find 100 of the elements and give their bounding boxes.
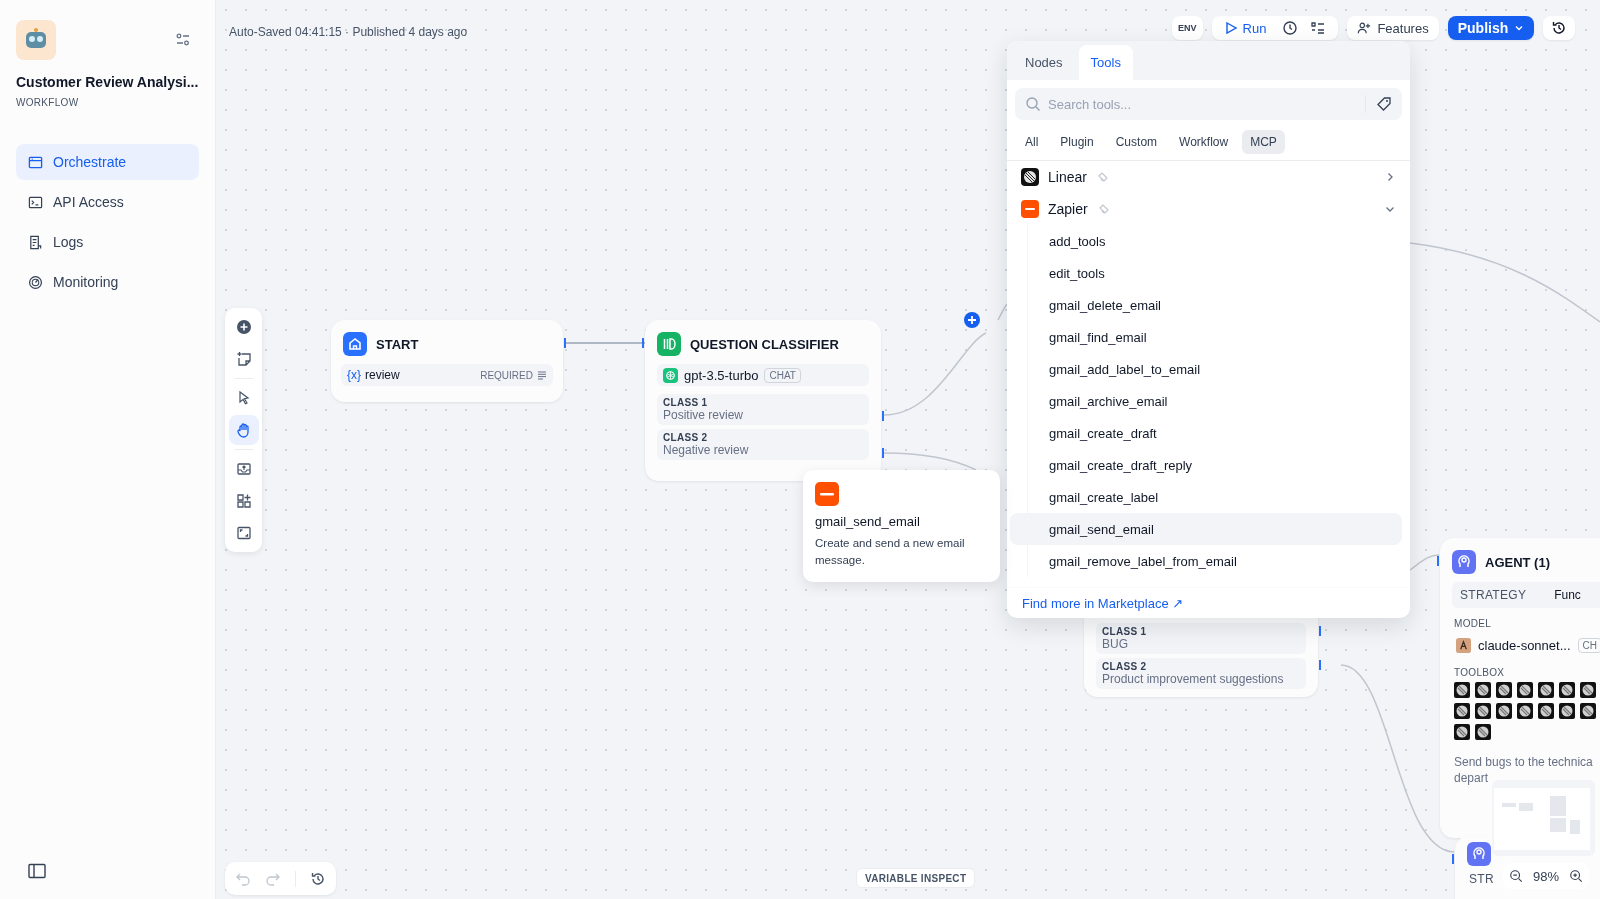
terminal-icon	[28, 194, 43, 210]
connection-handle[interactable]	[882, 411, 884, 421]
filter-tab[interactable]: Plugin	[1052, 130, 1102, 154]
model-name: claude-sonnet...	[1478, 637, 1571, 653]
tooltip-title: gmail_send_email	[815, 514, 921, 529]
nav-item[interactable]: Orchestrate	[16, 144, 199, 180]
history-button[interactable]	[1543, 16, 1576, 40]
connector-line	[1409, 554, 1440, 571]
clock-icon[interactable]	[1282, 20, 1299, 36]
class-label: CLASS 1	[663, 397, 709, 408]
connection-handle[interactable]	[642, 338, 644, 348]
tool-logo-icon	[1496, 682, 1512, 698]
model-mode-tag: CH	[1577, 637, 1600, 653]
connection-handle[interactable]	[1437, 556, 1439, 566]
class-text: Product improvement suggestions	[1102, 672, 1285, 686]
filter-tab[interactable]: Workflow	[1171, 130, 1237, 154]
zoom-out-icon[interactable]	[1509, 869, 1523, 883]
tool-item[interactable]: gmail_create_draft	[1010, 417, 1402, 449]
strategy-label: STR	[1468, 872, 1494, 886]
settings-icon[interactable]	[175, 32, 191, 48]
connection-handle[interactable]	[1452, 854, 1454, 864]
tool-item[interactable]: gmail_create_label	[1010, 481, 1402, 513]
sidebar-toggle-icon[interactable]	[28, 863, 46, 879]
class-text: BUG	[1102, 637, 1129, 651]
filter-tab[interactable]: Custom	[1107, 130, 1166, 154]
tool-logo-icon	[1475, 682, 1491, 698]
connection-handle[interactable]	[1319, 626, 1321, 636]
nav-item[interactable]: Monitoring	[16, 264, 199, 300]
blocks-icon	[235, 493, 252, 509]
features-button[interactable]: Features	[1347, 16, 1439, 40]
tool-item[interactable]: add_tools	[1010, 225, 1402, 257]
classifier-node[interactable]: QUESTION CLASSIFIER gpt-3.5-turbo CHAT CLASS 1 Positive review CLASS 2 Negative review	[645, 320, 881, 481]
model-name: gpt-3.5-turbo	[684, 367, 759, 383]
variable-name: review	[365, 368, 400, 382]
class-label: CLASS 2	[663, 432, 709, 443]
tool-item[interactable]: gmail_find_email	[1010, 321, 1402, 353]
users-icon	[1357, 21, 1372, 35]
save-status: Auto-Saved 04:41:15 · Published 4 days ago	[229, 25, 468, 39]
hand-icon	[235, 422, 252, 438]
tool-logo-icon	[1517, 682, 1533, 698]
connection-handle[interactable]	[564, 338, 566, 348]
connection-handle[interactable]	[1319, 660, 1321, 670]
filter-tab[interactable]: MCP	[1242, 130, 1285, 154]
tool-item[interactable]: gmail_send_email	[1010, 513, 1402, 545]
tool-logo-icon	[1580, 682, 1596, 698]
tool-logo-icon	[1538, 703, 1554, 719]
tool-logo-icon	[1517, 703, 1533, 719]
zoom-in-icon[interactable]	[1569, 869, 1584, 883]
class-label: CLASS 1	[1102, 626, 1148, 637]
filter-tab[interactable]: All	[1017, 130, 1047, 154]
environment-button[interactable]: ENV	[1172, 16, 1203, 40]
home-icon	[343, 332, 367, 356]
tool-logo-icon	[1559, 703, 1575, 719]
section-label: TOOLBOX	[1454, 667, 1506, 678]
tool-logo-icon	[1538, 682, 1554, 698]
provider-row[interactable]: Linear	[1007, 161, 1410, 193]
tool-button[interactable]	[228, 415, 259, 445]
lines-icon	[537, 370, 547, 380]
variable-inspect-button[interactable]: VARIABLE INSPECT	[856, 868, 976, 888]
node-title: QUESTION CLASSIFIER	[690, 336, 839, 352]
app-logo-icon	[815, 482, 839, 506]
image-export-icon	[235, 461, 252, 477]
agent-icon	[1452, 550, 1476, 574]
document-icon	[28, 234, 43, 250]
publish-button[interactable]: Publish	[1447, 16, 1535, 40]
tool-logo-icon	[1496, 703, 1512, 719]
robot-avatar-icon	[16, 20, 56, 60]
tool-item[interactable]: gmail_create_draft_reply	[1010, 449, 1402, 481]
add-node-icon[interactable]	[964, 312, 980, 328]
history-icon[interactable]	[310, 870, 326, 887]
node-description: depart	[1454, 770, 1490, 786]
window-icon	[28, 154, 43, 170]
zoom-level[interactable]: 98%	[1533, 868, 1560, 884]
provider-row[interactable]: Zapier	[1007, 193, 1410, 225]
app-type: WORKFLOW	[16, 97, 80, 108]
checklist-icon[interactable]	[1310, 20, 1327, 36]
class-label: CLASS 2	[1102, 661, 1148, 672]
nav-item[interactable]: API Access	[16, 184, 199, 220]
tool-logo-icon	[1559, 682, 1575, 698]
variable-prefix: {x}	[347, 368, 361, 382]
tool-item[interactable]: gmail_add_label_to_email	[1010, 353, 1402, 385]
panel-tab[interactable]: Nodes	[1013, 45, 1075, 80]
note-icon	[235, 351, 252, 367]
chevron-down-icon	[1514, 23, 1525, 33]
connector-line	[997, 303, 1008, 321]
tag-icon[interactable]	[1376, 96, 1392, 112]
tool-item[interactable]: gmail_delete_email	[1010, 289, 1402, 321]
nav-item[interactable]: Logs	[16, 224, 199, 260]
start-node[interactable]: START {x} review REQUIRED	[331, 320, 563, 402]
tool-item[interactable]: gmail_archive_email	[1010, 385, 1402, 417]
panel-tab[interactable]: Tools	[1078, 45, 1133, 80]
search-field[interactable]: Search tools...	[1015, 88, 1402, 120]
model-mode-tag: CHAT	[764, 367, 801, 383]
connection-handle[interactable]	[882, 448, 884, 458]
tool-logo-icon	[1475, 724, 1491, 740]
tool-item[interactable]: edit_tools	[1010, 257, 1402, 289]
provider-logo-icon	[1021, 200, 1039, 218]
model-logo-icon	[1456, 637, 1471, 653]
history-icon	[1551, 20, 1568, 36]
tool-logo-icon	[1475, 703, 1491, 719]
